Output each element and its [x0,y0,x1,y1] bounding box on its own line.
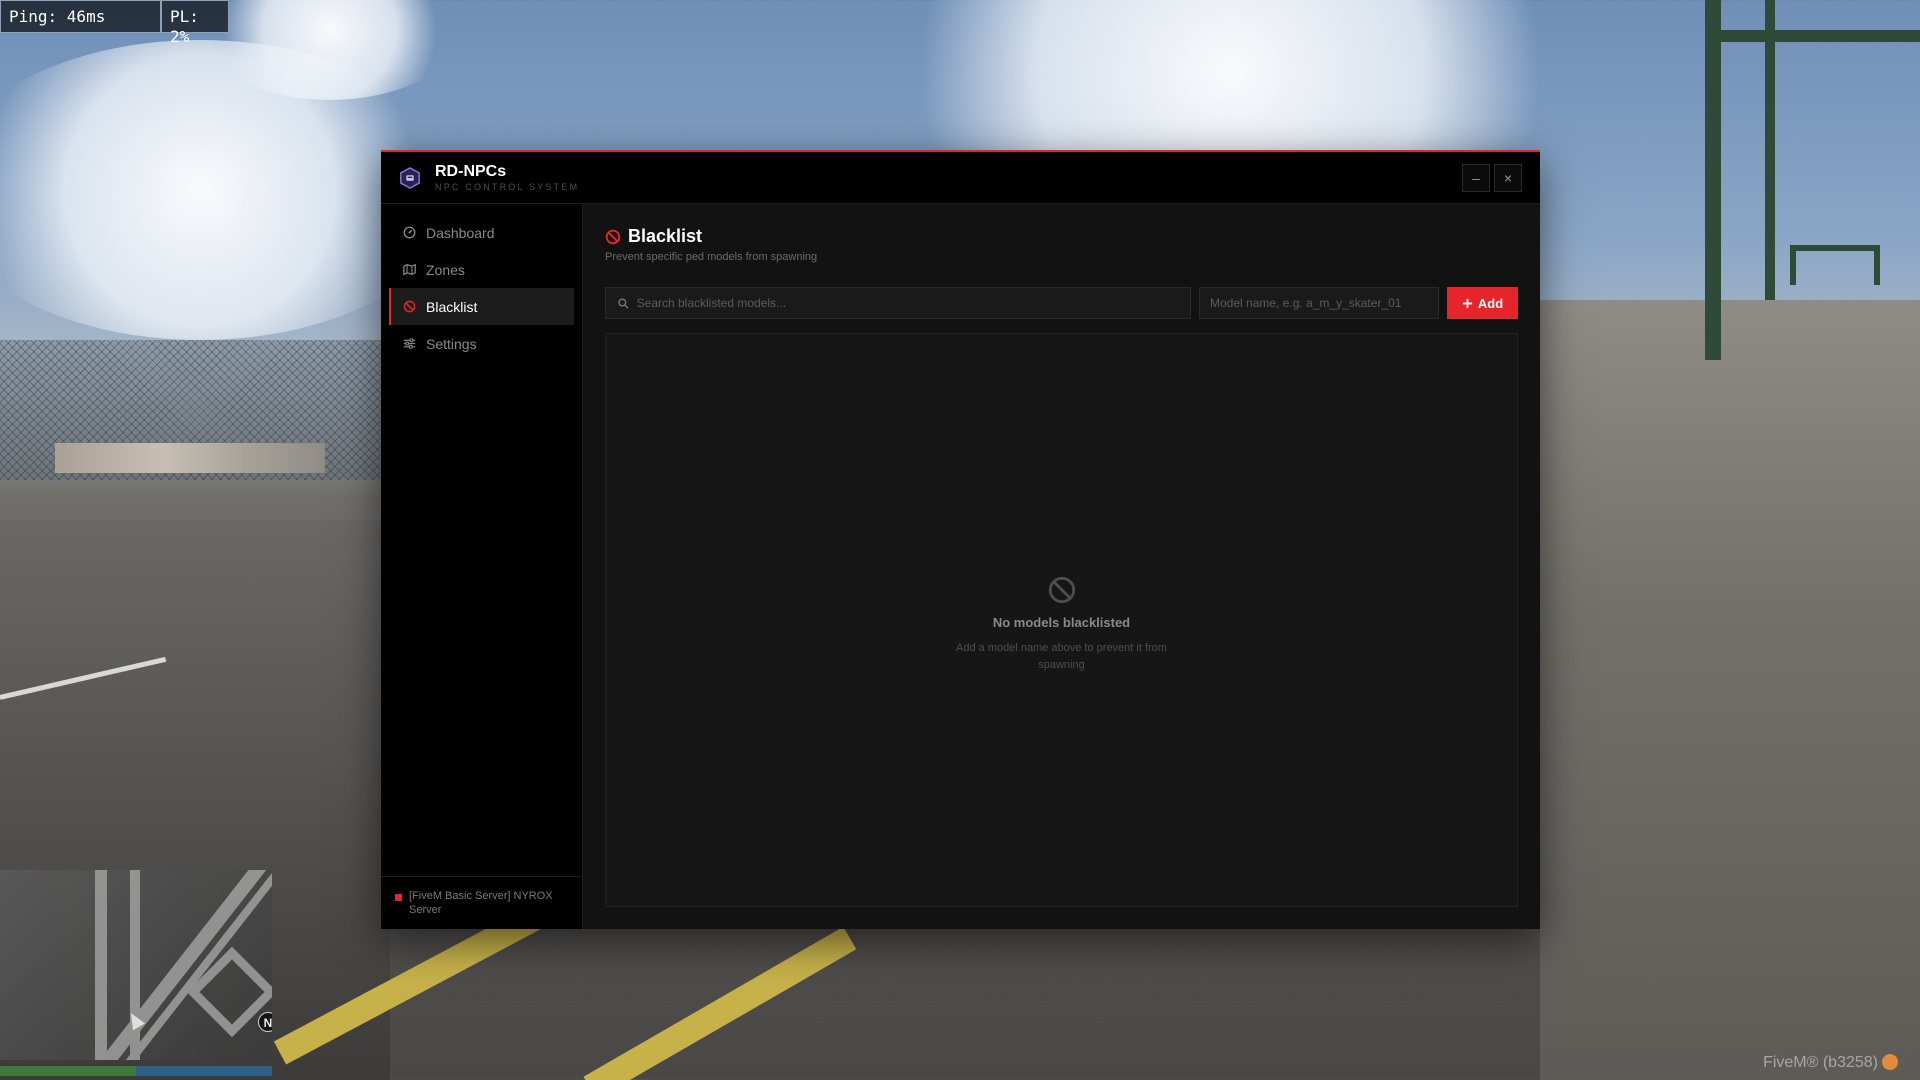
ban-icon [1048,576,1075,603]
bridge-tower [1765,0,1775,300]
packet-loss-readout: PL: 2% [161,0,229,46]
ping-readout: Ping: 46ms [0,0,161,33]
search-box[interactable] [605,287,1191,319]
search-icon [618,298,629,309]
page-description: Prevent specific ped models from spawnin… [605,251,818,263]
minimize-button[interactable]: – [1462,163,1490,192]
client-version-tag: FiveM® (b3258) [1763,1054,1898,1072]
empty-state: No models blacklisted Add a model name a… [947,575,1177,674]
plus-icon [1462,298,1472,308]
gauge-icon [403,226,416,239]
server-status-icon [395,894,402,901]
sidebar-item-label: Settings [426,335,477,352]
model-name-input[interactable] [1199,287,1439,319]
sidebar: Dashboard Zones Blacklist Settings [Five… [381,204,583,929]
empty-state-description: Add a model name above to prevent it fro… [956,641,1167,671]
add-button-label: Add [1477,295,1504,311]
network-stats: Ping: 46ms PL: 2% [0,0,229,46]
health-bar [0,1066,136,1076]
lane-marking [583,926,857,1080]
sidebar-item-label: Zones [426,261,465,278]
map-icon [403,263,416,276]
sidebar-item-settings[interactable]: Settings [389,325,574,362]
close-button[interactable]: × [1494,163,1522,192]
app-logo-icon [399,166,421,189]
bridge-tower [1705,0,1721,360]
server-info: [FiveM Basic Server] NYROX Server [381,876,582,929]
bridge-gate [1790,245,1880,285]
minimap: N [0,870,272,1060]
app-subtitle: NPC CONTROL SYSTEM [435,181,580,192]
minimap-road [95,870,107,1060]
sidebar-item-dashboard[interactable]: Dashboard [389,214,574,251]
sliders-icon [403,338,416,349]
status-bars [0,1066,272,1076]
north-indicator: N [258,1012,272,1032]
sidebar-item-zones[interactable]: Zones [389,251,574,288]
bridge-beam [1720,30,1920,42]
sidebar-item-label: Dashboard [426,224,495,241]
app-window: RD-NPCs NPC CONTROL SYSTEM – × Dashboard… [381,150,1540,929]
bridge-road [1540,300,1920,1080]
sidebar-item-blacklist[interactable]: Blacklist [389,288,574,325]
title-bar[interactable]: RD-NPCs NPC CONTROL SYSTEM – × [381,152,1540,204]
blacklist-toolbar: Add [605,287,1518,319]
app-title: RD-NPCs [435,162,507,180]
ban-icon [605,229,621,244]
distant-buildings [55,443,325,473]
sidebar-item-label: Blacklist [426,298,478,315]
empty-state-title: No models blacklisted [992,614,1131,630]
add-model-button[interactable]: Add [1447,287,1518,319]
server-name: [FiveM Basic Server] NYROX Server [409,890,553,916]
armor-bar [136,1066,272,1076]
ban-icon [403,300,416,313]
fivem-logo-icon [1882,1054,1898,1070]
blacklist-panel: No models blacklisted Add a model name a… [605,333,1518,907]
client-version-text: FiveM® (b3258) [1763,1054,1878,1071]
main-content: Blacklist Prevent specific ped models fr… [583,204,1540,929]
page-title: Blacklist [628,226,703,246]
search-input[interactable] [636,296,1190,310]
